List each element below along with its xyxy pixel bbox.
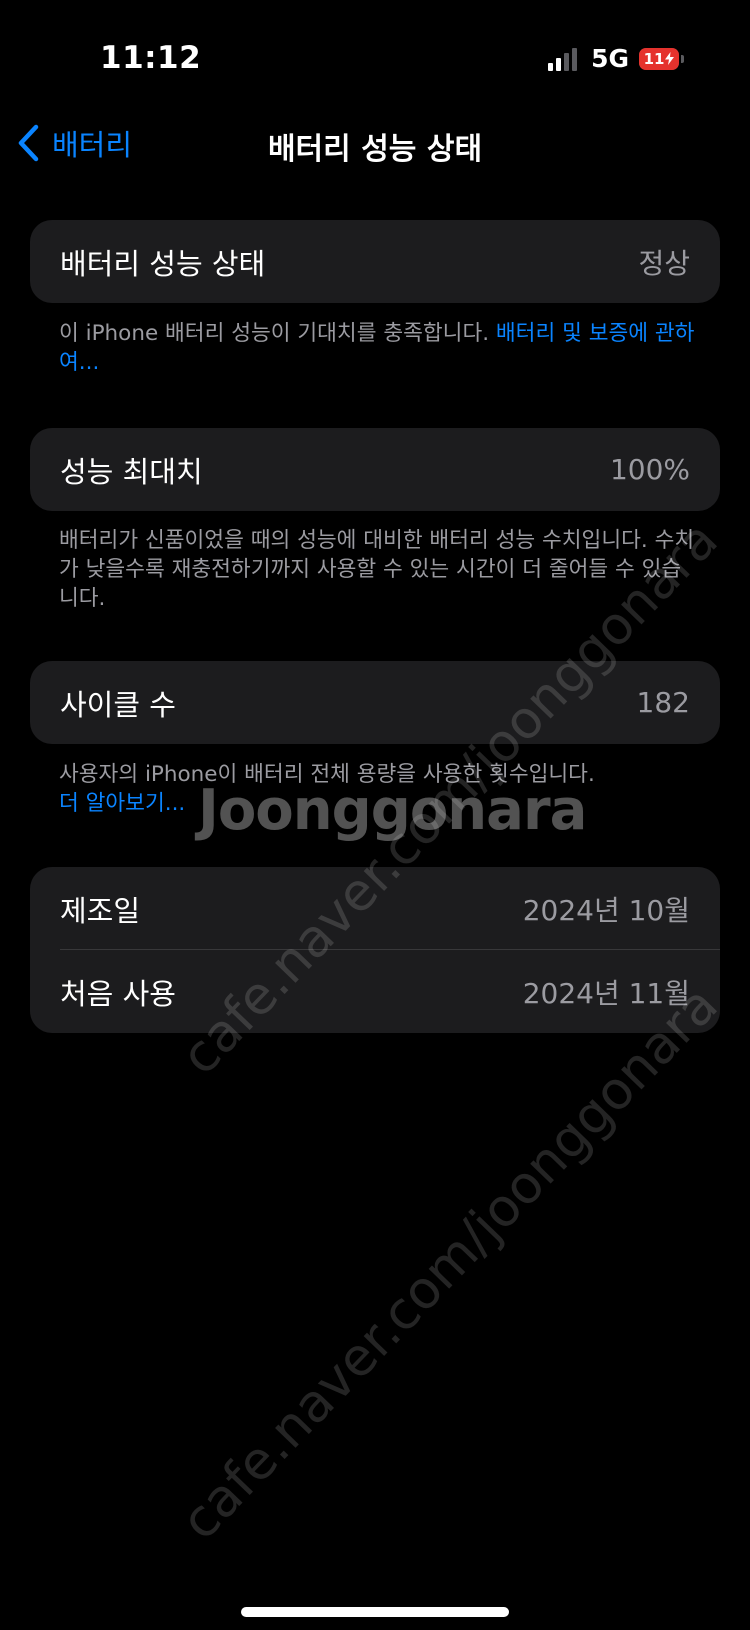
first-use-label: 처음 사용 [60,976,176,1011]
status-time: 11:12 [100,40,202,76]
cycle-count-note-text: 사용자의 iPhone이 배터리 전체 용량을 사용한 횟수입니다. [59,762,595,787]
first-use-row: 처음 사용 2024년 11월 [30,950,720,1033]
cycle-count-value: 182 [636,686,690,719]
status-bar: 11:12 5G 11 [0,0,750,110]
maximum-capacity-card: 성능 최대치 100% [30,428,720,511]
battery-icon: 11 [639,47,684,70]
maximum-capacity-row: 성능 최대치 100% [30,428,720,511]
learn-more-link[interactable]: 더 알아보기... [59,789,699,818]
cycle-count-row: 사이클 수 182 [30,661,720,744]
manufacture-date-row: 제조일 2024년 10월 [30,867,720,950]
maximum-capacity-label: 성능 최대치 [60,454,203,489]
network-type: 5G [591,44,629,73]
battery-health-label: 배터리 성능 상태 [60,246,266,281]
cycle-count-card: 사이클 수 182 [30,661,720,744]
battery-health-row: 배터리 성능 상태 정상 [30,220,720,303]
cycle-count-note: 사용자의 iPhone이 배터리 전체 용량을 사용한 횟수입니다. 더 알아보… [59,760,699,818]
battery-health-card: 배터리 성능 상태 정상 [30,220,720,303]
navigation-bar: 배터리 배터리 성능 상태 [0,110,750,180]
status-indicators: 5G 11 [548,44,684,73]
charging-bolt-icon [665,52,675,65]
manufacture-date-label: 제조일 [60,893,141,928]
manufacture-date-value: 2024년 10월 [522,893,690,927]
battery-health-note-text: 이 iPhone 배터리 성능이 기대치를 충족합니다. [59,321,496,346]
battery-health-value: 정상 [638,246,690,280]
watermark-text: cafe.naver.com/joonggonara [170,975,730,1552]
cellular-signal-icon [548,47,578,71]
home-indicator[interactable] [241,1607,509,1617]
first-use-value: 2024년 11월 [522,976,690,1010]
maximum-capacity-value: 100% [609,453,690,486]
battery-dates-card: 제조일 2024년 10월 처음 사용 2024년 11월 [30,867,720,1033]
maximum-capacity-note: 배터리가 신품이었을 때의 성능에 대비한 배터리 성능 수치입니다. 수치가 … [59,528,695,611]
cycle-count-label: 사이클 수 [60,687,176,722]
page-title: 배터리 성능 상태 [267,132,483,167]
battery-level: 11 [643,49,665,68]
battery-health-note: 이 iPhone 배터리 성능이 기대치를 충족합니다. 배터리 및 보증에 관… [59,319,699,377]
